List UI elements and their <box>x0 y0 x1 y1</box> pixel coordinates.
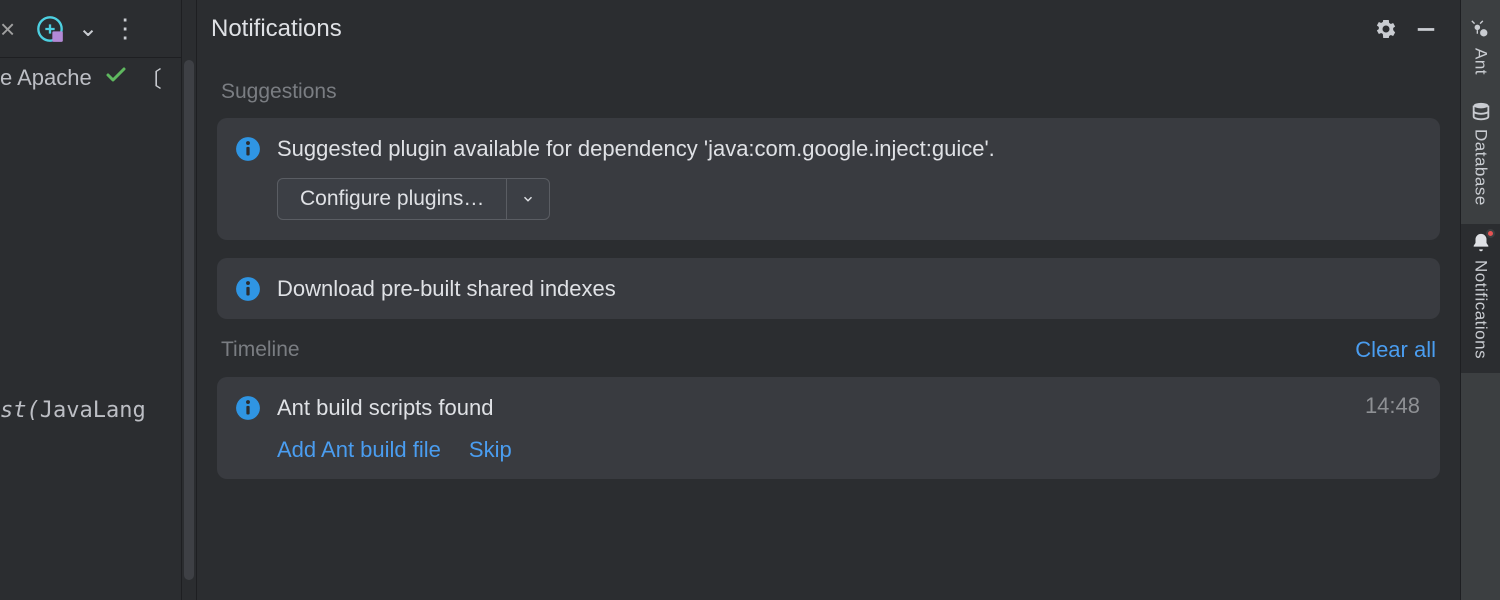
timeline-message: Ant build scripts found <box>277 393 1349 423</box>
rail-notifications[interactable]: Notifications <box>1461 224 1500 373</box>
clear-all-link[interactable]: Clear all <box>1355 337 1436 363</box>
run-config-row: ⌄ ⋮ <box>0 0 181 58</box>
bell-icon <box>1470 232 1492 254</box>
skip-link[interactable]: Skip <box>469 437 512 463</box>
timeline-label-text: Timeline <box>221 338 300 362</box>
notifications-panel: Notifications Suggestions Suggested plug… <box>196 0 1460 600</box>
checkmark-icon <box>104 63 128 93</box>
notification-dot <box>1486 229 1495 238</box>
rail-ant[interactable]: Ant <box>1461 12 1500 89</box>
panel-title: Notifications <box>211 15 1362 43</box>
rail-label: Database <box>1471 129 1491 206</box>
gear-icon[interactable] <box>1370 13 1402 45</box>
suggestion-message: Suggested plugin available for dependenc… <box>277 134 1420 164</box>
item-hint-icon: 〔 <box>140 62 162 94</box>
suggestion-card[interactable]: Download pre-built shared indexes <box>217 258 1440 320</box>
run-config-icon[interactable] <box>36 15 64 43</box>
configure-plugins-label: Configure plugins… <box>278 179 507 219</box>
suggestion-card: Suggested plugin available for dependenc… <box>217 118 1440 240</box>
info-icon <box>235 395 261 421</box>
timeline-timestamp: 14:48 <box>1365 393 1420 419</box>
ant-icon <box>1470 20 1492 42</box>
scrollbar-track[interactable] <box>182 0 196 600</box>
close-icon[interactable]: × <box>0 14 15 45</box>
info-icon <box>235 276 261 302</box>
editor-gutter: × ⌄ ⋮ e Apache 〔 st(JavaLang <box>0 0 182 600</box>
breadcrumb-partial: e Apache 〔 <box>0 60 181 96</box>
suggestions-heading: Suggestions <box>221 80 1436 104</box>
minimize-icon[interactable] <box>1410 13 1442 45</box>
code-ident: JavaLang <box>40 398 146 423</box>
more-vert-icon[interactable]: ⋮ <box>112 13 138 44</box>
chevron-down-icon[interactable]: ⌄ <box>78 14 98 43</box>
code-fragment: st(JavaLang <box>0 398 146 423</box>
database-icon <box>1470 101 1492 123</box>
rail-database[interactable]: Database <box>1461 93 1500 220</box>
suggestion-message: Download pre-built shared indexes <box>277 274 1420 304</box>
configure-plugins-button[interactable]: Configure plugins… <box>277 178 550 220</box>
rail-label: Notifications <box>1471 260 1491 359</box>
timeline-card: Ant build scripts found 14:48 Add Ant bu… <box>217 377 1440 479</box>
rail-label: Ant <box>1471 48 1491 75</box>
chevron-down-icon[interactable] <box>507 179 549 219</box>
scrollbar-thumb[interactable] <box>184 60 194 580</box>
panel-body: Suggestions Suggested plugin available f… <box>197 58 1460 600</box>
timeline-heading: Timeline Clear all <box>221 337 1436 363</box>
info-icon <box>235 136 261 162</box>
panel-header: Notifications <box>197 0 1460 58</box>
add-ant-build-link[interactable]: Add Ant build file <box>277 437 441 463</box>
suggestions-label-text: Suggestions <box>221 80 337 104</box>
code-text: st( <box>0 398 40 423</box>
right-tool-rail: Ant Database Notifications <box>1460 0 1500 600</box>
breadcrumb-text: e Apache <box>0 65 92 91</box>
